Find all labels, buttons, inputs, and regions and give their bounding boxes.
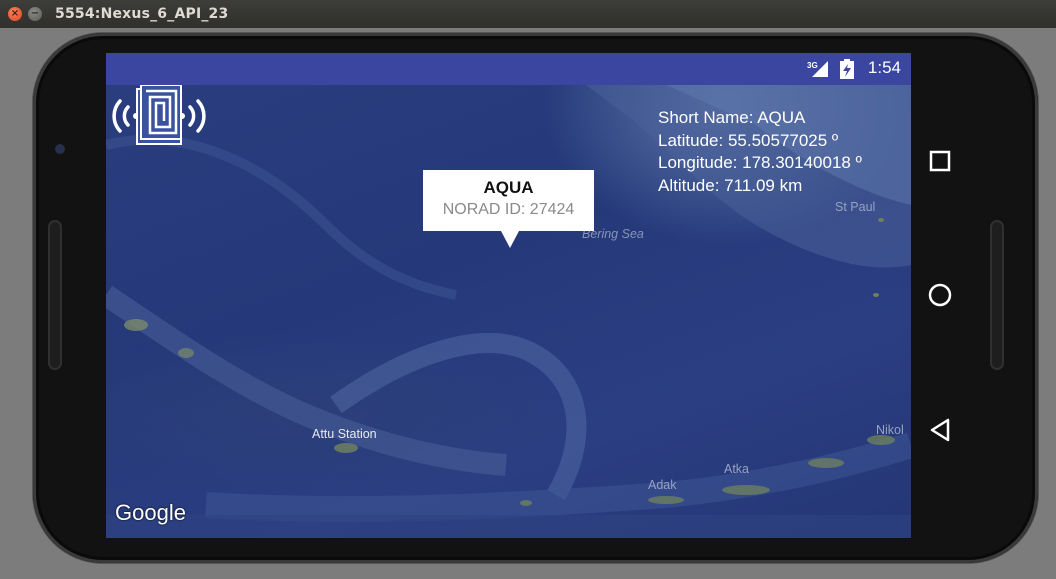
info-longitude: Longitude: 178.30140018 º (658, 153, 862, 172)
satellite-icon[interactable] (106, 85, 212, 147)
network-type-label: 3G (807, 61, 818, 70)
close-icon: × (10, 8, 20, 19)
battery-charging-icon (840, 59, 854, 79)
back-icon[interactable] (926, 416, 954, 444)
phone-side-grip-right (990, 220, 1004, 370)
home-icon[interactable] (926, 281, 954, 309)
marker-info-window-tail (501, 231, 519, 248)
window-title: 5554:Nexus_6_API_23 (55, 6, 229, 22)
satellite-map[interactable]: Bering Sea St Paul Attu Station Adak Atk… (106, 85, 911, 538)
status-time: 1:54 (867, 58, 901, 77)
front-camera (55, 144, 65, 154)
info-latitude: Latitude: 55.50577025 º (658, 130, 839, 150)
phone-side-grip-left (48, 220, 62, 370)
marker-title: AQUA (483, 178, 534, 197)
map-label-adak: Adak (648, 478, 677, 492)
signal-3g-icon: 3G (807, 61, 828, 77)
map-label-atka: Atka (724, 462, 750, 476)
info-short-name: Short Name: AQUA (658, 108, 806, 127)
device-screen: 3G 1:54 Bering Sea St Paul Attu Station … (106, 53, 911, 538)
marker-info-window[interactable]: AQUA NORAD ID: 27424 (423, 170, 594, 231)
status-bar: 3G 1:54 (106, 53, 911, 85)
map-label-nikolski: Nikol (876, 423, 904, 437)
window-minimize-button[interactable]: − (28, 7, 42, 21)
marker-norad-id: NORAD ID: 27424 (442, 201, 575, 218)
recents-icon[interactable] (926, 147, 954, 175)
map-label-st-paul: St Paul (835, 200, 876, 214)
window-close-button[interactable]: × (8, 7, 22, 21)
info-altitude: Altitude: 711.09 km (658, 175, 803, 195)
map-label-attu-station: Attu Station (312, 427, 377, 441)
minimize-icon: − (30, 8, 40, 19)
google-logo: Google (115, 500, 186, 525)
satellite-info-panel: Short Name: AQUA Latitude: 55.50577025 º… (658, 107, 862, 197)
window-title-bar: × − 5554:Nexus_6_API_23 (0, 0, 1056, 28)
